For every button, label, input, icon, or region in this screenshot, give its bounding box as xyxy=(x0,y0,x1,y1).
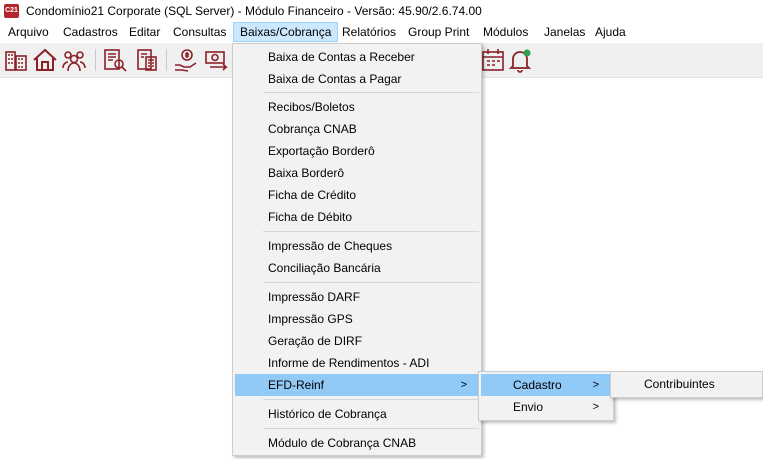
menu-bar: Arquivo Cadastros Editar Consultas Baixa… xyxy=(0,22,763,42)
menuitem-impressao-gps[interactable]: Impressão GPS xyxy=(235,308,479,330)
menu-ajuda[interactable]: Ajuda xyxy=(589,22,632,42)
people-icon[interactable] xyxy=(60,46,88,74)
menuitem-baixa-contas-pagar[interactable]: Baixa de Contas a Pagar xyxy=(235,68,479,90)
menu-arquivo[interactable]: Arquivo xyxy=(2,22,55,42)
menuitem-envio-label: Envio xyxy=(513,400,544,414)
menu-modulos[interactable]: Módulos xyxy=(477,22,534,42)
window-title: Condomínio21 Corporate (SQL Server) - Mó… xyxy=(26,4,482,18)
menuitem-historico-cobranca[interactable]: Histórico de Cobrança xyxy=(235,403,479,425)
chevron-right-icon: > xyxy=(592,379,599,391)
toolbar-separator xyxy=(95,49,96,71)
menuitem-geracao-dirf[interactable]: Geração de DIRF xyxy=(235,330,479,352)
menu-separator xyxy=(263,282,479,283)
toolbar-separator xyxy=(166,49,167,71)
money-hand-icon[interactable] xyxy=(172,46,200,74)
menu-cadastros[interactable]: Cadastros xyxy=(57,22,124,42)
menuitem-cadastro-label: Cadastro xyxy=(513,378,562,392)
menuitem-baixa-bordero[interactable]: Baixa Borderô xyxy=(235,162,479,184)
menuitem-informe-rendimentos[interactable]: Informe de Rendimentos - ADI xyxy=(235,352,479,374)
building-icon[interactable] xyxy=(2,46,30,74)
menu-baixas-cobranca[interactable]: Baixas/Cobrança xyxy=(233,22,339,42)
menu-separator xyxy=(263,399,479,400)
menuitem-recibos-boletos[interactable]: Recibos/Boletos xyxy=(235,96,479,118)
chevron-right-icon: > xyxy=(460,379,467,391)
menuitem-conciliacao-bancaria[interactable]: Conciliação Bancária xyxy=(235,257,479,279)
menuitem-impressao-cheques[interactable]: Impressão de Cheques xyxy=(235,235,479,257)
menuitem-ficha-credito[interactable]: Ficha de Crédito xyxy=(235,184,479,206)
menu-editar[interactable]: Editar xyxy=(123,22,166,42)
menuitem-contribuintes[interactable]: Contribuintes xyxy=(613,373,760,395)
bell-icon[interactable] xyxy=(506,46,534,74)
menu-relatorios[interactable]: Relatórios xyxy=(336,22,402,42)
menu-consultas[interactable]: Consultas xyxy=(167,22,232,42)
title-bar: C21 Condomínio21 Corporate (SQL Server) … xyxy=(0,0,763,22)
calculator-document-icon[interactable] xyxy=(133,46,161,74)
menuitem-cobranca-cnab[interactable]: Cobrança CNAB xyxy=(235,118,479,140)
menu-group-print[interactable]: Group Print xyxy=(402,22,475,42)
document-search-icon[interactable] xyxy=(101,46,129,74)
menu-separator xyxy=(263,92,479,93)
cadastro-submenu: Contribuintes xyxy=(610,371,763,398)
cash-exchange-icon[interactable] xyxy=(202,46,230,74)
menu-janelas[interactable]: Janelas xyxy=(538,22,591,42)
menuitem-envio[interactable]: Envio > xyxy=(481,396,611,418)
menuitem-ficha-debito[interactable]: Ficha de Débito xyxy=(235,206,479,228)
menuitem-baixa-contas-receber[interactable]: Baixa de Contas a Receber xyxy=(235,46,479,68)
menuitem-cadastro[interactable]: Cadastro > xyxy=(481,374,611,396)
menu-separator xyxy=(263,428,479,429)
menuitem-efd-reinf-label: EFD-Reinf xyxy=(268,378,325,392)
calendar-icon[interactable] xyxy=(479,46,507,74)
baixas-cobranca-menu: Baixa de Contas a Receber Baixa de Conta… xyxy=(232,43,482,456)
home-icon[interactable] xyxy=(31,46,59,74)
menuitem-modulo-cobranca-cnab[interactable]: Módulo de Cobrança CNAB xyxy=(235,432,479,454)
chevron-right-icon: > xyxy=(592,401,599,413)
app-logo-icon: C21 xyxy=(4,4,19,18)
menu-separator xyxy=(263,231,479,232)
menuitem-exportacao-bordero[interactable]: Exportação Borderô xyxy=(235,140,479,162)
menuitem-impressao-darf[interactable]: Impressão DARF xyxy=(235,286,479,308)
menuitem-efd-reinf[interactable]: EFD-Reinf > xyxy=(235,374,479,396)
efd-reinf-submenu: Cadastro > Envio > xyxy=(478,371,614,421)
